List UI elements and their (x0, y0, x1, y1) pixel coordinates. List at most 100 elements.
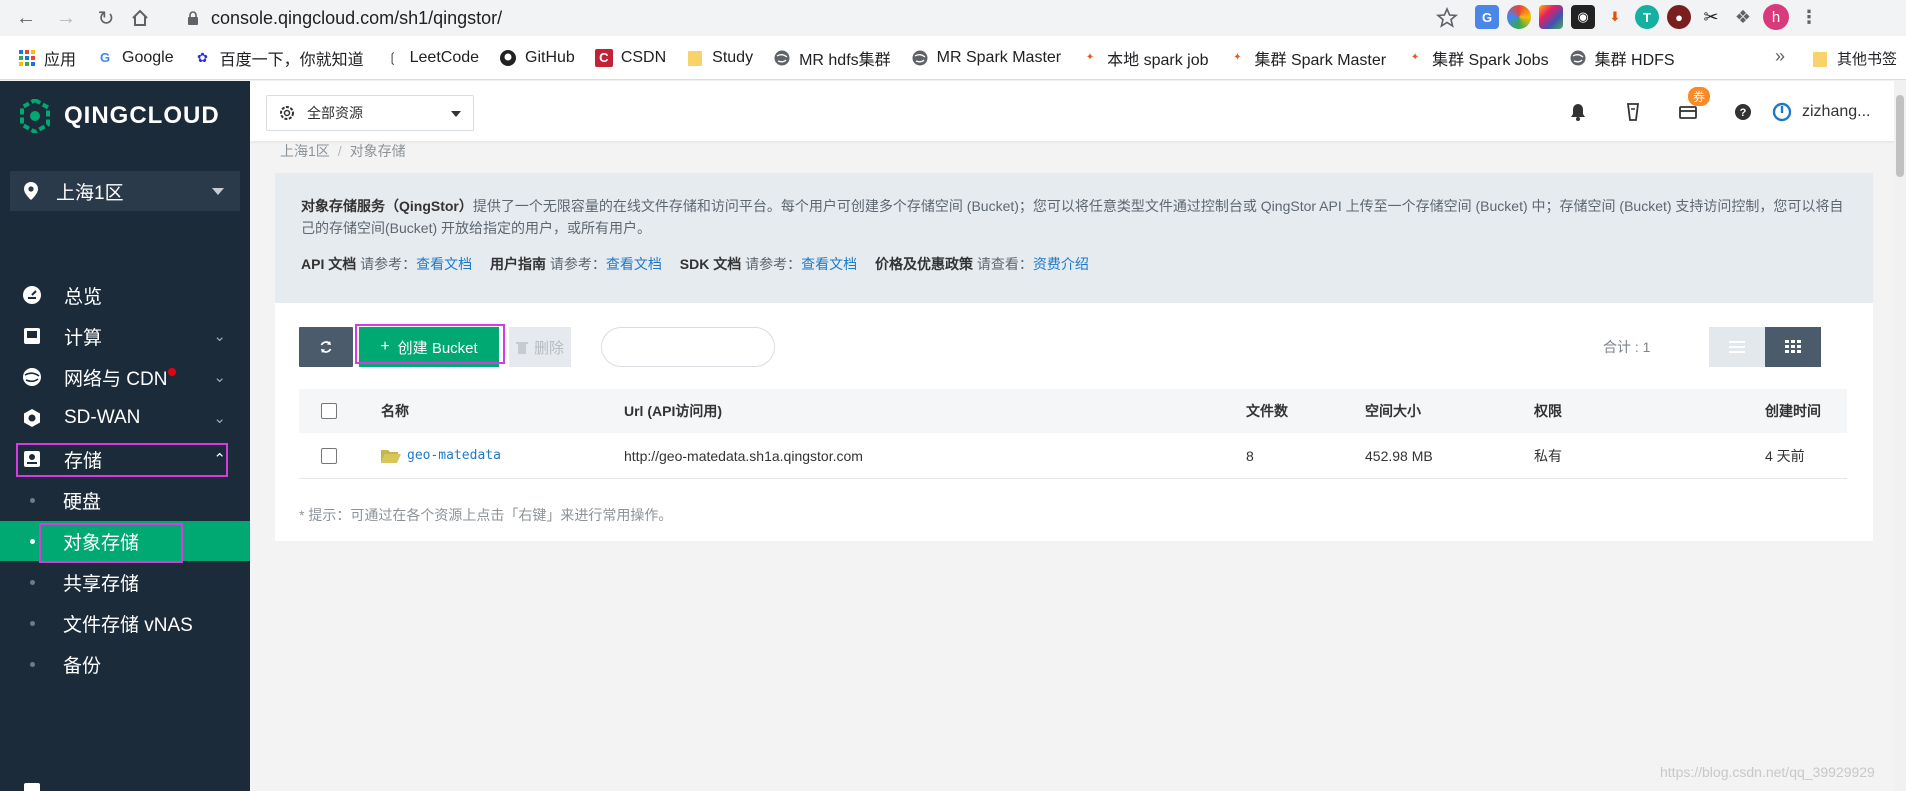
region-selector[interactable]: 上海1区 (10, 171, 240, 211)
qingcloud-logo-icon (20, 99, 50, 133)
browser-toolbar: ← → ↻ console.qingcloud.com/sh1/qingstor… (0, 0, 1906, 36)
sidebar-subitem-disk[interactable]: 硬盘 (0, 480, 250, 520)
sidebar-item-sd-wan[interactable]: SD-WAN ⌄ (0, 398, 250, 438)
baidu-icon: ✿ (197, 49, 209, 65)
bookmark-cluster-spark-master[interactable]: ✦ 集群 Spark Master (1229, 46, 1386, 70)
github-icon (499, 49, 517, 67)
sidebar-subitem-backup[interactable]: 备份 (0, 644, 250, 684)
service-desc-text: 提供了一个无限容量的在线文件存储和访问平台。每个用户可创建多个存储空间 (Buc… (301, 198, 1844, 236)
bookmark-cluster-spark-jobs[interactable]: ✦ 集群 Spark Jobs (1406, 46, 1549, 70)
mask-extension-icon[interactable]: ◉ (1571, 5, 1595, 29)
spark-icon: ✦ (1233, 52, 1242, 63)
bookmark-label: Google (122, 48, 174, 66)
other-bookmarks-label: 其他书签 (1837, 51, 1898, 68)
sidebar-item-overview[interactable]: 总览 (0, 275, 250, 315)
wallet-icon[interactable]: 券 (1660, 87, 1715, 125)
bookmark-baidu[interactable]: ✿ 百度一下，你就知道 (194, 46, 363, 70)
bell-icon[interactable] (1550, 99, 1605, 125)
scrollbar-thumb[interactable] (1896, 95, 1904, 177)
folder-icon (686, 49, 704, 67)
sidebar-subitem-shared-storage[interactable]: 共享存储 (0, 562, 250, 602)
sd-wan-icon (24, 409, 40, 427)
sidebar-item-network-cdn[interactable]: 网络与 CDN ⌄ (0, 357, 250, 397)
bucket-name-link[interactable]: geo-matedata (407, 448, 501, 463)
bookmark-mr-hdfs[interactable]: MR hdfs集群 (773, 46, 891, 70)
col-name[interactable]: 名称 (381, 389, 409, 433)
bucket-size: 452.98 MB (1365, 447, 1433, 464)
bookmark-apps[interactable]: 应用 (18, 46, 76, 70)
select-all-checkbox-cell (321, 389, 337, 433)
bookmark-label: MR Spark Master (936, 48, 1062, 66)
page-scrollbar[interactable] (1894, 81, 1906, 791)
qingcloud-logo[interactable]: QINGCLOUD (20, 99, 220, 133)
sidebar-subitem-vnas[interactable]: 文件存储 vNAS (0, 603, 250, 643)
api-doc-link-group: API 文档 请参考：查看文档 (301, 256, 472, 272)
bucket-name-cell: geo-matedata (381, 433, 501, 478)
service-info-panel: 对象存储服务（QingStor）提供了一个无限容量的在线文件存储和访问平台。每个… (275, 173, 1873, 303)
col-created[interactable]: 创建时间 (1765, 389, 1821, 433)
user-menu[interactable]: zizhang... (1772, 102, 1870, 122)
sidebar-item-cutoff[interactable] (0, 771, 250, 791)
resource-group-select[interactable]: 全部资源 (266, 95, 474, 131)
row-checkbox[interactable] (321, 447, 337, 464)
pricing-link-group: 价格及优惠政策 请查看：资费介绍 (875, 256, 1089, 272)
location-pin-icon (24, 182, 38, 200)
grid-view-button[interactable] (1765, 327, 1821, 367)
breadcrumb-root[interactable]: 上海1区 (280, 143, 330, 159)
sdk-link[interactable]: 查看文档 (801, 256, 857, 272)
record-extension-icon[interactable]: ● (1667, 5, 1691, 29)
bookmark-google[interactable]: G Google (96, 49, 174, 67)
chevron-down-icon: ⌄ (213, 328, 226, 345)
search-input[interactable] (601, 327, 775, 367)
scissors-extension-icon[interactable]: ✂ (1699, 5, 1723, 29)
color-extension-icon[interactable] (1507, 5, 1531, 29)
ticket-icon[interactable] (1605, 99, 1660, 125)
breadcrumb-current: 对象存储 (349, 143, 406, 159)
help-icon[interactable]: ? (1715, 99, 1770, 125)
bookmark-cluster-hdfs[interactable]: 集群 HDFS (1569, 46, 1675, 70)
refresh-button[interactable] (299, 327, 353, 367)
t-extension-icon[interactable]: T (1635, 5, 1659, 29)
bookmark-local-spark-job[interactable]: ✦ 本地 spark job (1081, 46, 1209, 70)
col-size[interactable]: 空间大小 (1365, 389, 1421, 433)
col-file-count[interactable]: 文件数 (1246, 389, 1288, 433)
bookmark-github[interactable]: GitHub (499, 49, 575, 67)
pricing-link[interactable]: 资费介绍 (1033, 256, 1089, 272)
api-doc-link[interactable]: 查看文档 (416, 256, 472, 272)
profile-avatar[interactable]: h (1763, 4, 1789, 30)
bullet-dot (30, 620, 35, 626)
bookmark-star-icon[interactable] (1435, 6, 1459, 30)
bookmark-csdn[interactable]: C CSDN (594, 48, 666, 67)
extensions-puzzle-icon[interactable]: ❖ (1731, 5, 1755, 29)
bookmarks-more-button[interactable]: » (1775, 46, 1785, 67)
list-view-button[interactable] (1709, 327, 1765, 367)
palette-extension-icon[interactable] (1539, 5, 1563, 29)
bookmark-mr-spark-master[interactable]: MR Spark Master (911, 49, 1061, 67)
gear-icon (280, 106, 294, 120)
sidebar: QINGCLOUD 上海1区 总览 计算 ⌄ 网络与 CDN ⌄ SD-WAN … (0, 81, 250, 791)
home-icon[interactable] (126, 4, 154, 32)
other-bookmarks-folder[interactable]: 其他书签 (1813, 48, 1897, 69)
guide-link[interactable]: 查看文档 (606, 256, 662, 272)
table-row[interactable]: geo-matedata http://geo-matedata.sh1a.qi… (299, 433, 1847, 479)
bookmark-study[interactable]: Study (686, 49, 753, 67)
globe-icon (911, 49, 929, 67)
sidebar-item-compute[interactable]: 计算 ⌄ (0, 316, 250, 356)
translate-extension-icon[interactable]: G (1475, 5, 1499, 29)
delete-button[interactable]: 删除 (509, 327, 571, 367)
download-extension-icon[interactable]: ⬇ (1603, 5, 1627, 29)
address-bar[interactable]: console.qingcloud.com/sh1/qingstor/ (175, 3, 1465, 33)
back-icon[interactable]: ← (12, 4, 40, 32)
browser-menu-icon[interactable]: ⋮ (1797, 5, 1821, 29)
bookmark-label: 集群 HDFS (1594, 51, 1675, 69)
pricing-label: 价格及优惠政策 (875, 256, 974, 272)
sdk-label: SDK 文档 (679, 256, 742, 272)
csdn-watermark: https://blog.csdn.net/qq_39929929 (1660, 764, 1875, 780)
forward-icon[interactable]: → (52, 4, 80, 32)
select-all-checkbox[interactable] (321, 403, 337, 419)
col-url: Url (API访问用) (624, 403, 722, 419)
bookmark-leetcode[interactable]: ❲ LeetCode (384, 49, 479, 67)
reload-icon[interactable]: ↻ (92, 4, 120, 32)
table-header: 名称 Url (API访问用) 文件数 空间大小 权限 创建时间 (299, 389, 1847, 433)
doc-links: API 文档 请参考：查看文档 用户指南 请参考：查看文档 SDK 文档 请参考… (301, 253, 1847, 275)
